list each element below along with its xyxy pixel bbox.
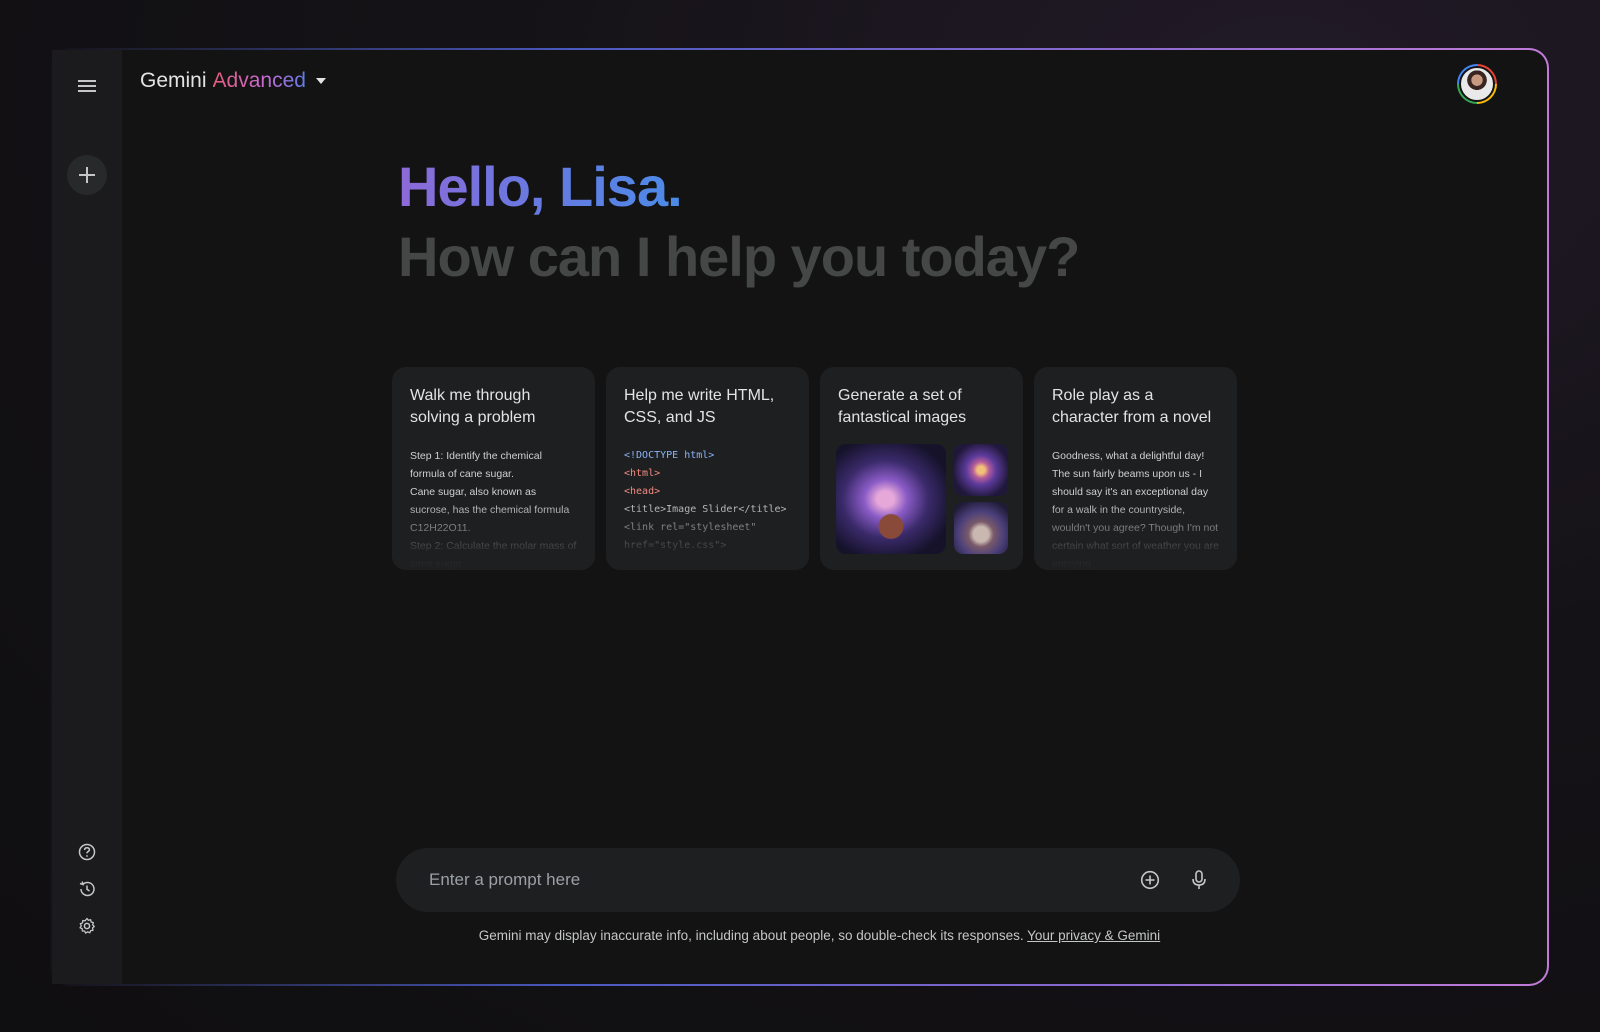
help-button[interactable]	[72, 837, 102, 867]
app-window: Gemini Advanced Hello, Lisa. How can I h…	[52, 50, 1547, 984]
suggestion-card-problem[interactable]: Walk me through solving a problem Step 1…	[392, 367, 595, 570]
voice-input-button[interactable]	[1184, 865, 1214, 895]
brand-name: Gemini	[140, 69, 207, 92]
suggestion-card-roleplay[interactable]: Role play as a character from a novel Go…	[1034, 367, 1237, 570]
new-chat-button[interactable]	[67, 155, 107, 195]
history-icon	[79, 881, 95, 897]
cake-image	[954, 502, 1008, 554]
spiral-galaxy-image	[954, 444, 1008, 496]
card-preview-line: Goodness, what a delightful day! The sun…	[1052, 450, 1219, 570]
galaxy-cake-image	[836, 444, 946, 554]
code-line: <!DOCTYPE html>	[624, 450, 715, 461]
code-line: href="style.css">	[624, 540, 727, 551]
greeting-title: Hello, Lisa.	[398, 152, 683, 222]
greeting-subtitle: How can I help you today?	[398, 225, 1080, 288]
suggestion-cards: Walk me through solving a problem Step 1…	[392, 367, 1237, 570]
code-line: <title>Image Slider</title>	[624, 504, 787, 515]
suggestion-card-code[interactable]: Help me write HTML, CSS, and JS <!DOCTYP…	[606, 367, 809, 570]
prompt-bar	[396, 848, 1240, 912]
help-icon	[78, 843, 96, 861]
add-attachment-button[interactable]	[1135, 865, 1165, 895]
card-title: Generate a set of fantastical images	[838, 387, 967, 426]
card-preview: Step 1: Identify the chemical formula of…	[410, 447, 577, 570]
history-button[interactable]	[72, 874, 102, 904]
code-preview: <!DOCTYPE html> <html> <head> <title>Ima…	[624, 447, 791, 555]
model-switcher[interactable]: Gemini Advanced	[140, 66, 326, 96]
code-line: <html>	[624, 468, 661, 479]
mic-icon	[1192, 870, 1206, 889]
image-column	[954, 444, 1008, 554]
menu-icon	[78, 80, 96, 92]
add-circle-icon	[1140, 870, 1160, 890]
code-line: <head>	[624, 486, 661, 497]
menu-button[interactable]	[69, 68, 105, 104]
card-title: Role play as a character from a novel	[1052, 387, 1212, 426]
prompt-input[interactable]	[429, 870, 1116, 890]
card-title: Help me write HTML, CSS, and JS	[624, 387, 775, 426]
card-title: Walk me through solving a problem	[410, 387, 536, 426]
chevron-down-icon	[315, 78, 326, 84]
disclaimer-text: Gemini may display inaccurate info, incl…	[478, 928, 1024, 943]
side-rail	[52, 50, 122, 984]
disclaimer: Gemini may display inaccurate info, incl…	[52, 928, 1587, 943]
privacy-link[interactable]: Your privacy & Gemini	[1027, 928, 1160, 943]
image-previews	[836, 444, 1008, 554]
card-preview-line: Cane sugar, also known as sucrose, has t…	[410, 486, 570, 534]
suggestion-card-images[interactable]: Generate a set of fantastical images	[820, 367, 1023, 570]
card-preview: Goodness, what a delightful day! The sun…	[1052, 447, 1219, 570]
avatar[interactable]	[1457, 64, 1497, 104]
avatar-photo	[1459, 66, 1495, 102]
plus-icon	[79, 167, 95, 183]
code-line: <link rel="stylesheet"	[624, 522, 757, 533]
brand-tier: Advanced	[212, 69, 306, 92]
card-preview-line: Step 1: Identify the chemical formula of…	[410, 450, 542, 480]
card-preview-line: Step 2: Calculate the molar mass of cane…	[410, 540, 577, 570]
